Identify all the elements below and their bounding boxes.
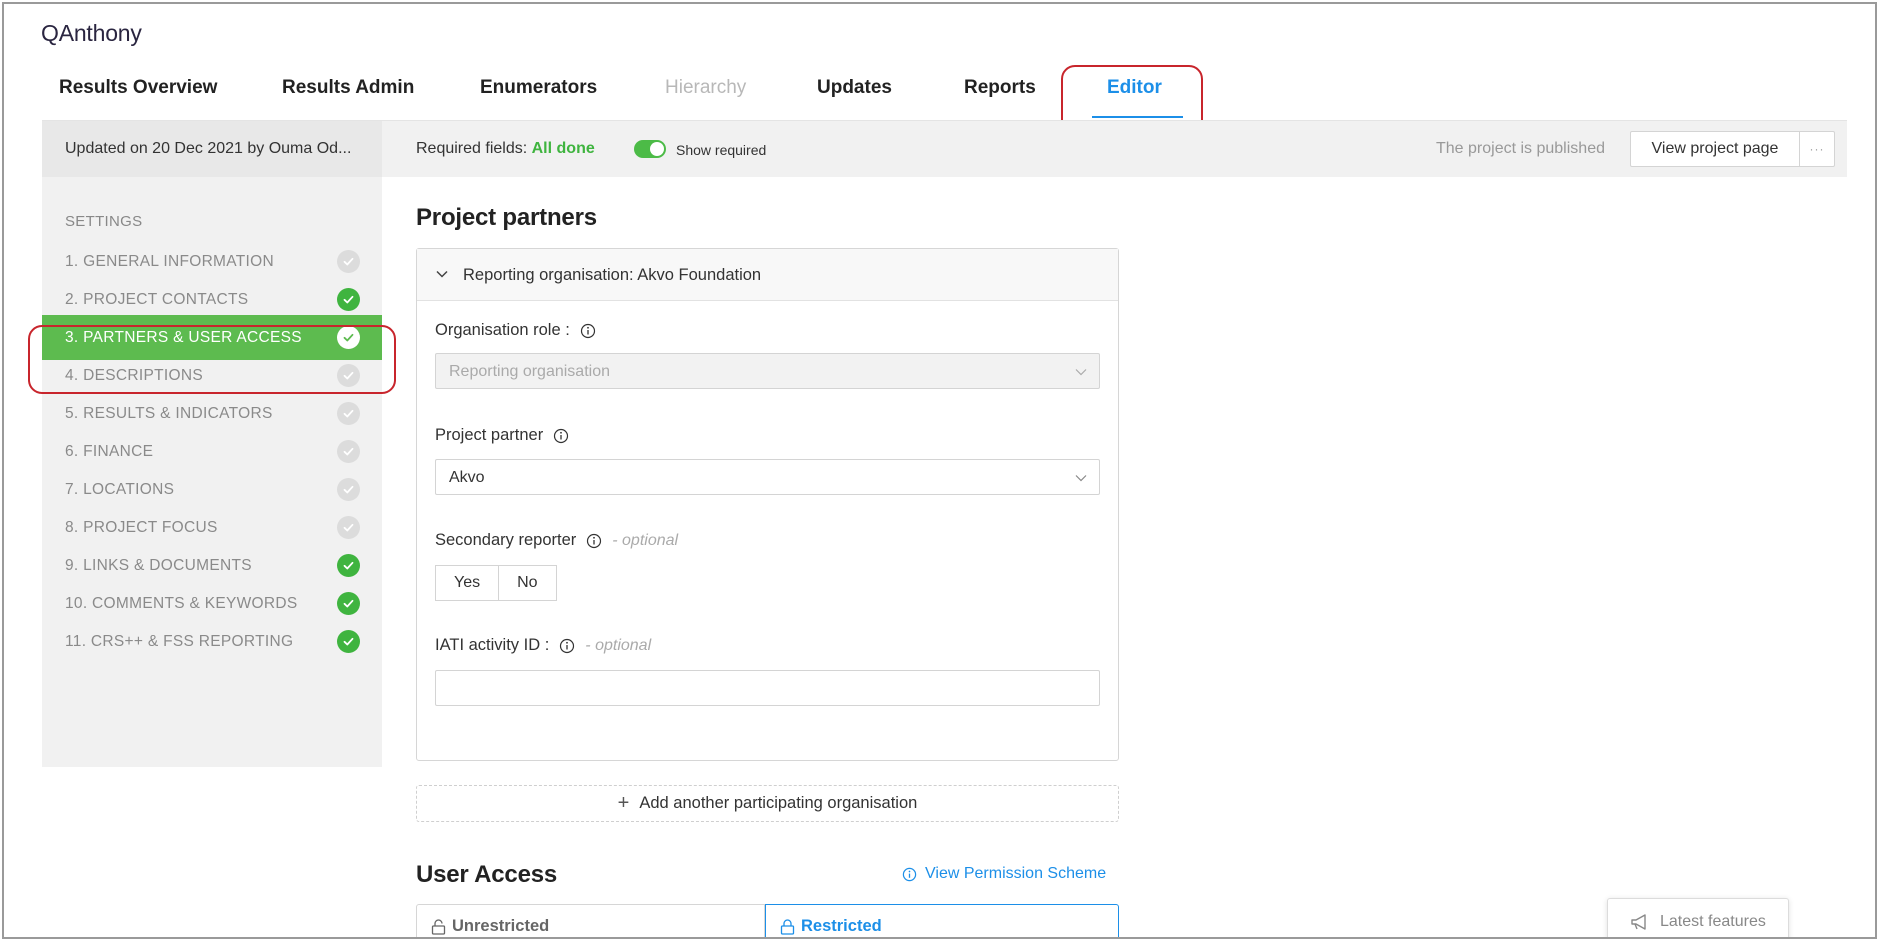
chevron-down-icon [1075,475,1087,482]
sidebar-item-label: 5. RESULTS & INDICATORS [65,405,273,422]
project-partner-label: Project partner [435,426,569,445]
sidebar-item[interactable]: 11. CRS++ & FSS REPORTING [42,619,382,664]
optional-hint: - optional [585,636,652,654]
sidebar-item-label: 6. FINANCE [65,443,154,460]
optional-hint: - optional [612,531,679,549]
sidebar-heading: SETTINGS [65,213,143,230]
latest-features-label: Latest features [1660,913,1766,930]
partner-panel: Reporting organisation: Akvo Foundation … [416,248,1119,761]
show-required-label: Show required [676,142,767,158]
check-circle-icon [337,402,360,425]
updated-info: Updated on 20 Dec 2021 by Ouma Od... [42,121,382,178]
view-permission-scheme-label: View Permission Scheme [925,865,1107,882]
published-status: The project is published [1436,140,1605,157]
required-fields-label: Required fields: [416,140,528,157]
megaphone-icon [1631,914,1646,930]
check-circle-icon [337,440,360,463]
view-project-page-button[interactable]: View project page [1630,131,1800,167]
info-icon[interactable] [559,638,575,654]
user-access-title: User Access [416,861,558,888]
partner-panel-header[interactable]: Reporting organisation: Akvo Foundation [417,249,1118,301]
partner-panel-title: Reporting organisation: Akvo Foundation [463,266,762,284]
app-window: QAnthony Results Overview Results Admin … [2,2,1877,939]
check-circle-icon [337,592,360,615]
sidebar-item-label: 1. GENERAL INFORMATION [65,253,274,270]
tab-hierarchy[interactable]: Hierarchy [665,72,746,120]
tab-enumerators[interactable]: Enumerators [480,72,597,120]
restricted-label: Restricted [801,917,882,935]
lock-icon [780,918,795,935]
tab-results-overview[interactable]: Results Overview [59,72,217,120]
unrestricted-label: Unrestricted [452,917,550,935]
tab-updates[interactable]: Updates [817,72,892,120]
yes-button[interactable]: Yes [435,565,500,601]
chevron-down-icon [1075,369,1087,376]
add-organisation-label: Add another participating organisation [639,794,918,812]
main-nav: Results Overview Results Admin Enumerato… [4,72,1875,120]
check-circle-icon [337,554,360,577]
iati-activity-id-label: IATI activity ID : - optional [435,636,651,655]
check-circle-icon [337,516,360,539]
view-permission-scheme-link[interactable]: View Permission Scheme [902,865,1106,883]
required-fields-status: Required fields: All done [416,140,595,158]
no-button[interactable]: No [499,565,557,601]
secondary-reporter-toggle: Yes No [435,565,557,601]
tab-results-admin[interactable]: Results Admin [282,72,414,120]
chevron-down-icon [436,270,448,278]
latest-features-button[interactable]: Latest features [1607,898,1789,937]
plus-icon: + [617,792,630,814]
iati-activity-id-input[interactable] [435,670,1100,706]
more-options-button[interactable]: ··· [1799,131,1835,167]
sidebar-item-label: 8. PROJECT FOCUS [65,519,218,536]
sidebar-item-label: 7. LOCATIONS [65,481,175,498]
add-organisation-button[interactable]: + Add another participating organisation [416,785,1119,822]
project-partner-select[interactable]: Akvo [435,459,1100,495]
page-title: Project partners [416,204,597,231]
check-circle-icon [337,288,360,311]
unrestricted-option[interactable]: Unrestricted [416,904,765,937]
sidebar-item-label: 11. CRS++ & FSS REPORTING [65,633,294,650]
required-fields-value: All done [531,140,595,157]
info-icon [902,867,917,881]
show-required-toggle[interactable] [634,140,666,158]
org-role-value: Reporting organisation [449,363,610,380]
sidebar-item-label: 9. LINKS & DOCUMENTS [65,557,252,574]
secondary-reporter-label: Secondary reporter - optional [435,531,678,550]
unlock-icon [431,918,446,935]
project-partner-value: Akvo [449,469,485,486]
org-role-label: Organisation role : [435,321,596,340]
secondary-reporter-label-text: Secondary reporter [435,531,577,549]
settings-sidebar: SETTINGS 1. GENERAL INFORMATION 2. PROJEC… [42,177,382,767]
project-status-bar: Updated on 20 Dec 2021 by Ouma Od... Req… [42,120,1847,178]
org-role-select[interactable]: Reporting organisation [435,353,1100,389]
project-partner-label-text: Project partner [435,426,544,444]
iati-activity-id-label-text: IATI activity ID : [435,636,550,654]
org-role-label-text: Organisation role : [435,321,570,339]
tab-reports[interactable]: Reports [964,72,1036,120]
sidebar-item-label: 2. PROJECT CONTACTS [65,291,249,308]
info-icon[interactable] [553,428,569,444]
sidebar-item-label: 10. COMMENTS & KEYWORDS [65,595,298,612]
restricted-option[interactable]: Restricted [765,904,1119,937]
active-section-highlight [28,325,396,394]
info-icon[interactable] [580,323,596,339]
info-icon[interactable] [586,533,602,549]
check-circle-icon [337,478,360,501]
app-title: QAnthony [41,20,142,46]
check-circle-icon [337,630,360,653]
check-circle-icon [337,250,360,273]
